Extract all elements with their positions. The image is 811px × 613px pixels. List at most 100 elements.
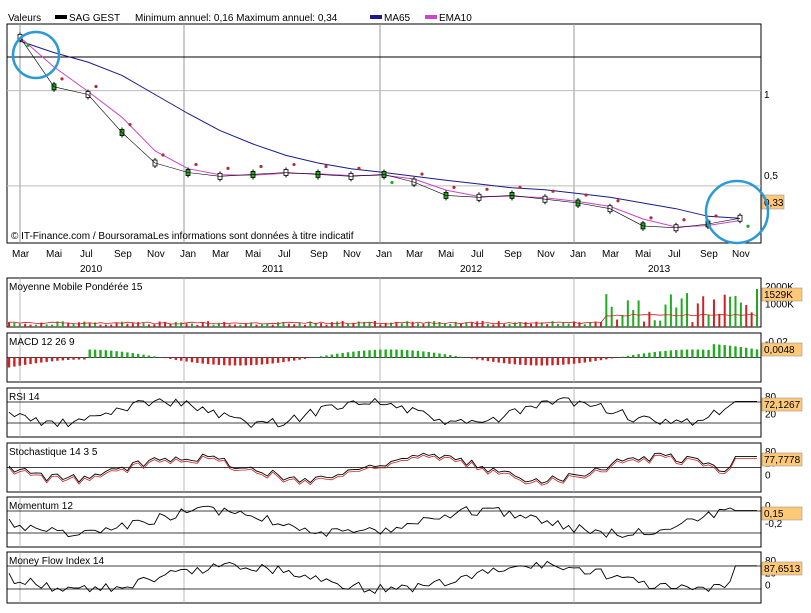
volume-bar [648,311,651,327]
indicator-panels: Moyenne Mobile Pondérée 15 2000K1000K1529… [6,277,803,604]
main-ylabel-1: 1 [764,90,770,101]
x-tick-month: Mai [438,249,454,260]
panel-title: RSI 14 [9,392,40,403]
volume-bar [298,322,301,327]
volume-bar [529,323,532,327]
macd-histogram-bar [352,351,355,358]
x-tick-month: Jan [180,249,196,260]
macd-histogram-bar [346,352,350,358]
macd-histogram-bar [40,357,43,363]
sar-dot [128,122,132,127]
macd-histogram-bar [632,354,635,358]
macd-histogram-bar [712,344,716,358]
macd-histogram-bar [255,357,258,365]
macd-histogram-bar [728,345,732,358]
volume-bar [174,321,177,327]
x-tick-month: Jul [668,249,681,260]
macd-histogram-bar [336,353,339,358]
macd-histogram-bar [675,350,678,358]
sar-dot [649,216,653,220]
macd-histogram-bar [357,351,360,358]
macd-histogram-bar [23,357,27,365]
macd-histogram-bar [449,355,452,358]
volume-bar [470,322,473,327]
macd-histogram-bar [395,349,398,358]
volume-bar [669,294,672,327]
macd-histogram-bar [368,350,371,358]
macd-histogram-bar [572,357,576,364]
volume-bar [594,321,597,327]
volume-bar [691,322,694,327]
macd-histogram-bar [610,357,613,359]
legend-ma-swatch [370,15,382,19]
macd-histogram-bar [362,350,366,358]
volume-bar [77,322,80,327]
x-tick-month: Nov [537,249,555,260]
volume-bar [153,324,156,327]
macd-histogram-bar [185,357,188,362]
sar-dot [518,185,522,189]
chart-root: Valeurs SAG GEST Minimum annuel: 0,16 Ma… [0,0,811,613]
x-tick-month: Nov [343,249,361,260]
macd-histogram-bar [153,356,156,358]
volume-bar [83,321,86,327]
macd-histogram-bar [648,352,651,358]
x-tick-month: Jan [570,249,586,260]
panel-last-value: 87,6513 [764,564,801,575]
volume-bar [223,321,226,327]
macd-histogram-bar [233,357,237,366]
volume-bar [34,324,37,327]
volume-bar [13,322,16,327]
macd-histogram-bar [115,351,118,358]
macd-histogram-bar [72,357,75,360]
volume-bar [99,324,102,327]
macd-histogram-bar [551,357,554,366]
macd-histogram-bar [120,351,124,358]
sar-dot [452,185,456,189]
volume-bar [653,320,656,327]
volume-bar [734,295,737,327]
volume-bar [702,296,705,327]
sar-dot [746,224,750,228]
panel-1: MACD 12 26 9 -0,020,0048 [6,332,803,383]
volume-bar [88,323,91,327]
macd-histogram-bar [239,357,242,366]
macd-histogram-bar [163,357,167,359]
macd-histogram-bar [454,355,457,358]
macd-histogram-bar [228,357,231,366]
macd-histogram-bar [529,357,533,366]
panel-last-value: 1529K [764,290,793,301]
macd-histogram-bar [282,357,285,363]
macd-histogram-bar [287,357,291,362]
volume-bar [416,323,419,327]
sar-dot [357,166,361,170]
panel-ylabel: 0 [765,581,771,592]
volume-bar [207,321,210,327]
macd-histogram-bar [669,350,673,358]
sar-dot [616,199,620,203]
volume-bar [287,323,290,327]
macd-histogram-bar [34,357,38,364]
volume-bar [277,322,280,327]
macd-histogram-bar [432,352,436,358]
macd-histogram-bar [513,357,517,365]
volume-bar [336,321,339,327]
volume-bar [8,322,10,327]
volume-bar [368,322,371,327]
volume-bar [115,322,118,327]
macd-histogram-bar [508,357,511,364]
volume-bar [330,322,333,327]
sar-dot [420,172,424,176]
macd-histogram-bar [266,357,269,365]
macd-histogram-bar [707,349,710,358]
volume-bar [535,321,538,327]
macd-histogram-bar [637,354,640,358]
volume-bar [196,324,199,327]
macd-histogram-bar [373,349,377,358]
x-tick-year: 2012 [460,264,483,275]
volume-bar [234,324,237,327]
volume-bar [621,315,624,327]
panel-4: Momentum 12 0-0,20,15 [6,496,803,548]
x-tick-month: Nov [732,249,750,260]
macd-histogram-bar [745,347,748,358]
